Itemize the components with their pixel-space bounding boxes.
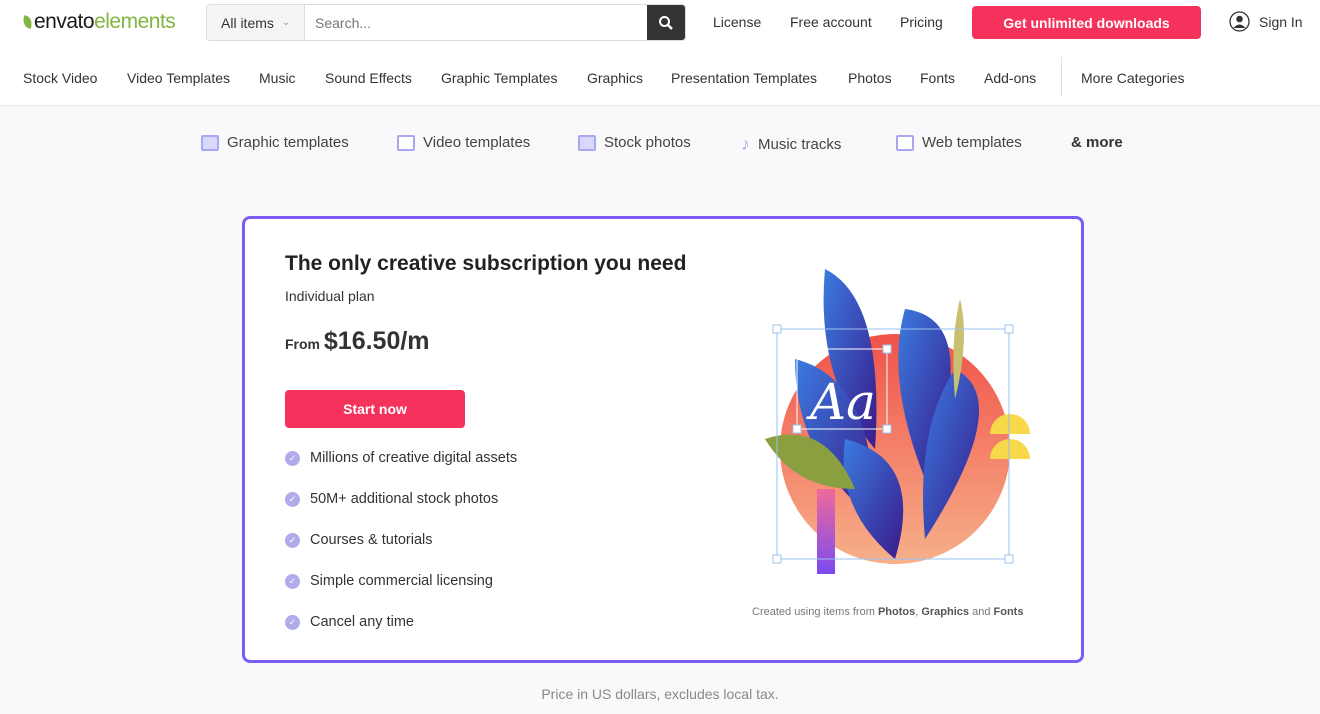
illustration-credit: Created using items from Photos, Graphic… bbox=[752, 606, 1024, 618]
check-icon: ✓ bbox=[285, 573, 300, 589]
category-music[interactable]: Music bbox=[259, 70, 296, 86]
check-icon: ✓ bbox=[285, 532, 300, 548]
price-footnote: Price in US dollars, excludes local tax. bbox=[541, 686, 779, 702]
user-icon bbox=[1229, 11, 1250, 32]
strip-music-tracks[interactable]: ♪ Music tracks bbox=[741, 134, 841, 155]
strip-more[interactable]: & more bbox=[1071, 134, 1123, 151]
photos-link[interactable]: Photos bbox=[878, 606, 915, 618]
nav-free-account[interactable]: Free account bbox=[790, 14, 872, 30]
nav-license[interactable]: License bbox=[713, 14, 761, 30]
check-icon: ✓ bbox=[285, 614, 300, 630]
card-title: The only creative subscription you need bbox=[285, 252, 687, 275]
category-graphic-templates[interactable]: Graphic Templates bbox=[441, 70, 557, 86]
graphics-link[interactable]: Graphics bbox=[921, 606, 969, 618]
fonts-link[interactable]: Fonts bbox=[994, 606, 1024, 618]
category-stock-video[interactable]: Stock Video bbox=[23, 70, 97, 86]
strip-video-templates[interactable]: Video templates bbox=[397, 134, 530, 151]
feature-item: ✓ Cancel any time bbox=[285, 614, 414, 630]
strip-stock-photos[interactable]: Stock photos bbox=[578, 134, 691, 151]
get-unlimited-downloads-button[interactable]: Get unlimited downloads bbox=[972, 6, 1201, 39]
pricing-card: The only creative subscription you need … bbox=[242, 216, 1084, 663]
plan-name: Individual plan bbox=[285, 288, 375, 304]
category-photos[interactable]: Photos bbox=[848, 70, 892, 86]
category-add-ons[interactable]: Add-ons bbox=[984, 70, 1036, 86]
photo-icon bbox=[578, 134, 596, 151]
check-icon: ✓ bbox=[285, 491, 300, 507]
hero-illustration: Aa bbox=[765, 269, 1030, 574]
category-presentation-templates[interactable]: Presentation Templates bbox=[671, 70, 817, 86]
music-note-icon: ♪ bbox=[741, 134, 750, 154]
strip-graphic-templates[interactable]: Graphic templates bbox=[201, 134, 349, 151]
search-bar: All items ⌄ bbox=[206, 4, 686, 41]
chevron-down-icon: ⌄ bbox=[281, 17, 291, 28]
category-more[interactable]: More Categories bbox=[1081, 70, 1185, 86]
search-icon bbox=[659, 15, 673, 30]
category-graphics[interactable]: Graphics bbox=[587, 70, 643, 86]
check-icon: ✓ bbox=[285, 450, 300, 466]
category-sound-effects[interactable]: Sound Effects bbox=[325, 70, 412, 86]
search-button[interactable] bbox=[647, 5, 685, 40]
header: envatoelements All items⌄ License Free a… bbox=[0, 0, 1320, 106]
nav-pricing[interactable]: Pricing bbox=[900, 14, 943, 30]
sign-in-link[interactable]: Sign In bbox=[1229, 11, 1303, 32]
feature-item: ✓ Simple commercial licensing bbox=[285, 573, 493, 589]
category-video-templates[interactable]: Video Templates bbox=[127, 70, 230, 86]
content-type-strip: Graphic templates Video templates Stock … bbox=[0, 106, 1320, 214]
divider bbox=[1061, 57, 1062, 97]
video-icon bbox=[397, 134, 415, 151]
svg-text:Aa: Aa bbox=[806, 373, 876, 431]
feature-item: ✓ Courses & tutorials bbox=[285, 532, 433, 548]
category-select[interactable]: All items ⌄ bbox=[207, 5, 305, 40]
strip-web-templates[interactable]: Web templates bbox=[896, 134, 1022, 151]
feature-item: ✓ Millions of creative digital assets bbox=[285, 450, 517, 466]
feature-item: ✓ 50M+ additional stock photos bbox=[285, 491, 498, 507]
leaf-icon bbox=[22, 15, 33, 29]
category-fonts[interactable]: Fonts bbox=[920, 70, 955, 86]
graphic-templates-icon bbox=[201, 134, 219, 151]
price: From $16.50/m bbox=[285, 327, 430, 355]
envato-logo[interactable]: envatoelements bbox=[22, 10, 176, 34]
search-input[interactable] bbox=[305, 5, 647, 40]
start-now-button[interactable]: Start now bbox=[285, 390, 465, 428]
web-template-icon bbox=[896, 134, 914, 151]
